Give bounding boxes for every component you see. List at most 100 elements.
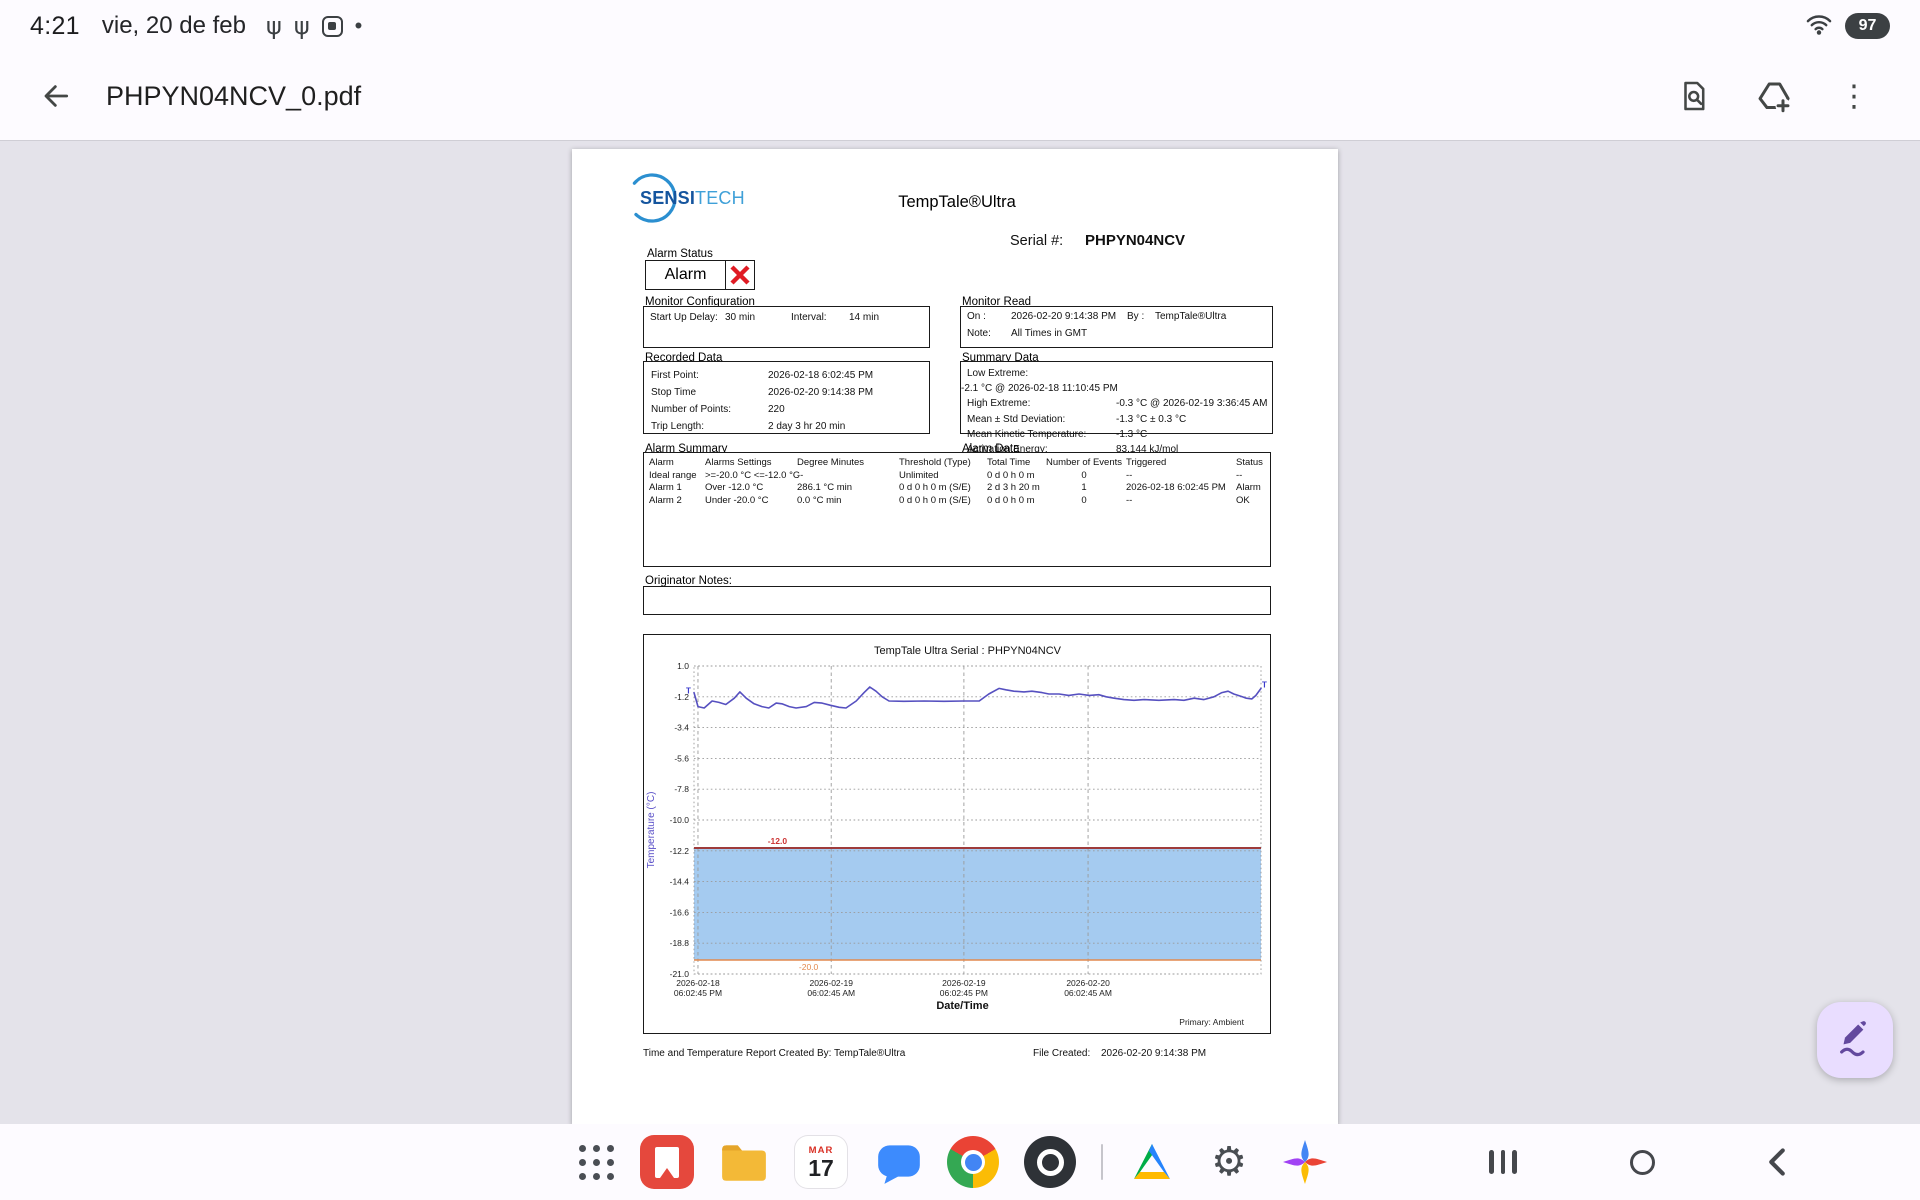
table-header-cell: Threshold (Type) xyxy=(899,457,971,468)
table-cell: -- xyxy=(797,469,804,481)
table-header-cell: Degree Minutes xyxy=(797,457,865,468)
read-on-label: On : xyxy=(967,311,986,322)
table-cell: 0 d 0 h 0 m (S/E) xyxy=(899,482,971,493)
back-arrow-icon[interactable] xyxy=(34,74,78,118)
table-cell: Unlimited xyxy=(899,469,939,481)
calendar-icon[interactable]: MAR 17 xyxy=(793,1134,849,1190)
table-cell: 0 d 0 h 0 m xyxy=(987,469,1035,481)
interval-value: 14 min xyxy=(849,312,880,323)
messages-icon[interactable] xyxy=(871,1134,927,1190)
settings-icon[interactable]: ⚙ xyxy=(1201,1134,1257,1190)
svg-text:06:02:45 PM: 06:02:45 PM xyxy=(940,988,988,998)
svg-text:-12.0: -12.0 xyxy=(768,836,788,846)
table-header-cell: Alarm xyxy=(649,457,674,468)
table-cell: -- xyxy=(1126,469,1133,481)
chart-panel: TempTale Ultra Serial : PHPYN04NCV 1.0 -1.… xyxy=(643,634,1271,1034)
startup-delay-label: Start Up Delay: xyxy=(650,312,718,323)
table-cell: Alarm 1 xyxy=(649,482,682,493)
data-row: Trip Length: 2 day 3 hr 20 min xyxy=(651,421,846,432)
read-note-label: Note: xyxy=(967,328,991,339)
svg-text:-16.6: -16.6 xyxy=(670,907,690,917)
table-header-cell: Number of Events xyxy=(1045,457,1123,468)
screen-capture-icon xyxy=(321,15,343,37)
usb-icon: ψ xyxy=(293,12,310,40)
created-by-label: Time and Temperature Report Created By: xyxy=(643,1048,832,1059)
svg-text:Primary: Ambient: Primary: Ambient xyxy=(1179,1017,1244,1027)
svg-text:Date/Time: Date/Time xyxy=(936,1000,988,1012)
drive-icon[interactable] xyxy=(1124,1134,1180,1190)
chrome-icon[interactable] xyxy=(945,1134,1001,1190)
read-by-value: TempTale®Ultra xyxy=(1155,311,1227,322)
back-icon[interactable] xyxy=(1749,1134,1805,1190)
find-in-document-icon[interactable] xyxy=(1676,78,1712,114)
pdf-page[interactable]: SENSITECH TempTale®Ultra Serial #: PHPYN… xyxy=(572,149,1338,1125)
table-cell: 0.0 °C min xyxy=(797,494,842,506)
status-bar: 4:21 vie, 20 de feb ψ ψ • 97 xyxy=(0,0,1920,52)
battery-indicator: 97 xyxy=(1845,13,1890,39)
alarm-table: Alarm Alarms Settings Degree Minutes Thresh… xyxy=(643,452,1271,567)
originator-notes-box xyxy=(643,586,1271,615)
table-cell: Ideal range xyxy=(649,469,697,481)
svg-text:-20.0: -20.0 xyxy=(799,962,819,972)
screen: 4:21 vie, 20 de feb ψ ψ • 97 PHPYN04NCV_… xyxy=(0,0,1920,1200)
svg-text:-14.4: -14.4 xyxy=(670,877,690,887)
svg-text:06:02:45 PM: 06:02:45 PM xyxy=(674,988,722,998)
temperature-chart: TempTale Ultra Serial : PHPYN04NCV1.0-1.… xyxy=(646,645,1267,1027)
created-by-value: TempTale®Ultra xyxy=(834,1048,906,1059)
table-cell: -- xyxy=(1236,469,1243,481)
svg-text:-3.4: -3.4 xyxy=(674,723,689,733)
startup-delay-value: 30 min xyxy=(725,312,756,323)
pdf-app-icon[interactable] xyxy=(639,1134,695,1190)
table-cell: Under -20.0 °C xyxy=(705,494,769,506)
calendar-month: MAR xyxy=(808,1144,834,1156)
table-header-cell: Total Time xyxy=(987,457,1031,468)
read-by-label: By : xyxy=(1127,311,1145,322)
svg-text:TempTale Ultra Serial : PHPYN: TempTale Ultra Serial : PHPYN04NCV xyxy=(874,645,1062,657)
svg-text:2026-02-19: 2026-02-19 xyxy=(942,978,986,988)
add-to-drive-icon[interactable] xyxy=(1756,78,1792,114)
logo-text-tech: TECH xyxy=(695,188,745,208)
svg-text:-7.8: -7.8 xyxy=(674,784,689,794)
svg-text:06:02:45 AM: 06:02:45 AM xyxy=(807,988,855,998)
clock: 4:21 xyxy=(30,11,80,40)
serial-label: Serial #: xyxy=(1010,233,1064,249)
files-icon[interactable] xyxy=(716,1134,772,1190)
table-cell: 286.1 °C min xyxy=(797,482,853,493)
wifi-icon xyxy=(1805,12,1833,41)
recorded-data-box: First Point: 2026-02-18 6:02:45 PM Stop Ti… xyxy=(643,361,930,434)
assistant-sparkle-icon[interactable] xyxy=(1277,1134,1333,1190)
camera-icon[interactable] xyxy=(1022,1134,1078,1190)
taskbar: MAR 17 ⚙ xyxy=(0,1124,1920,1200)
app-drawer-icon[interactable] xyxy=(568,1134,624,1190)
svg-text:1.0: 1.0 xyxy=(677,661,689,671)
table-cell: 2026-02-18 6:02:45 PM xyxy=(1126,482,1226,493)
monitor-read-box: On : 2026-02-20 9:14:38 PM By : TempTale… xyxy=(960,306,1273,348)
usb-icon: ψ xyxy=(265,12,282,40)
table-cell: Alarm xyxy=(1236,482,1261,493)
report-footer: Time and Temperature Report Created By: … xyxy=(572,1048,1338,1062)
data-row: High Extreme: -0.3 °C @ 2026-02-19 3:36:4… xyxy=(967,398,1268,410)
alarm-status-value: Alarm xyxy=(664,266,707,283)
svg-text:2026-02-19: 2026-02-19 xyxy=(809,978,853,988)
annotate-fab[interactable] xyxy=(1817,1002,1893,1078)
data-row: Number of Points: 220 xyxy=(651,404,785,415)
alarm-status-label: Alarm Status xyxy=(647,248,713,260)
pdf-viewer-canvas[interactable]: SENSITECH TempTale®Ultra Serial #: PHPYN… xyxy=(0,140,1920,1125)
interval-label: Interval: xyxy=(791,312,827,323)
signature-pen-icon xyxy=(1835,1018,1875,1063)
table-cell: 0 d 0 h 0 m (S/E) xyxy=(899,494,971,506)
status-date: vie, 20 de feb xyxy=(101,12,246,39)
report-title: TempTale®Ultra xyxy=(898,193,1016,211)
recents-icon[interactable] xyxy=(1475,1134,1531,1190)
svg-text:2026-02-18: 2026-02-18 xyxy=(676,978,720,988)
table-header-cell: Alarms Settings xyxy=(705,457,772,468)
serial-value: PHPYN04NCV xyxy=(1085,232,1186,249)
table-cell: 0 xyxy=(1081,469,1087,481)
table-header-cell: Status xyxy=(1236,457,1263,468)
svg-text:Temperature (°C): Temperature (°C) xyxy=(646,792,657,869)
home-icon[interactable] xyxy=(1614,1134,1670,1190)
overflow-menu-icon[interactable]: ⋮ xyxy=(1836,78,1872,114)
table-cell: OK xyxy=(1236,494,1250,506)
table-cell: Alarm 2 xyxy=(649,494,682,506)
table-header-cell: Triggered xyxy=(1126,457,1167,468)
